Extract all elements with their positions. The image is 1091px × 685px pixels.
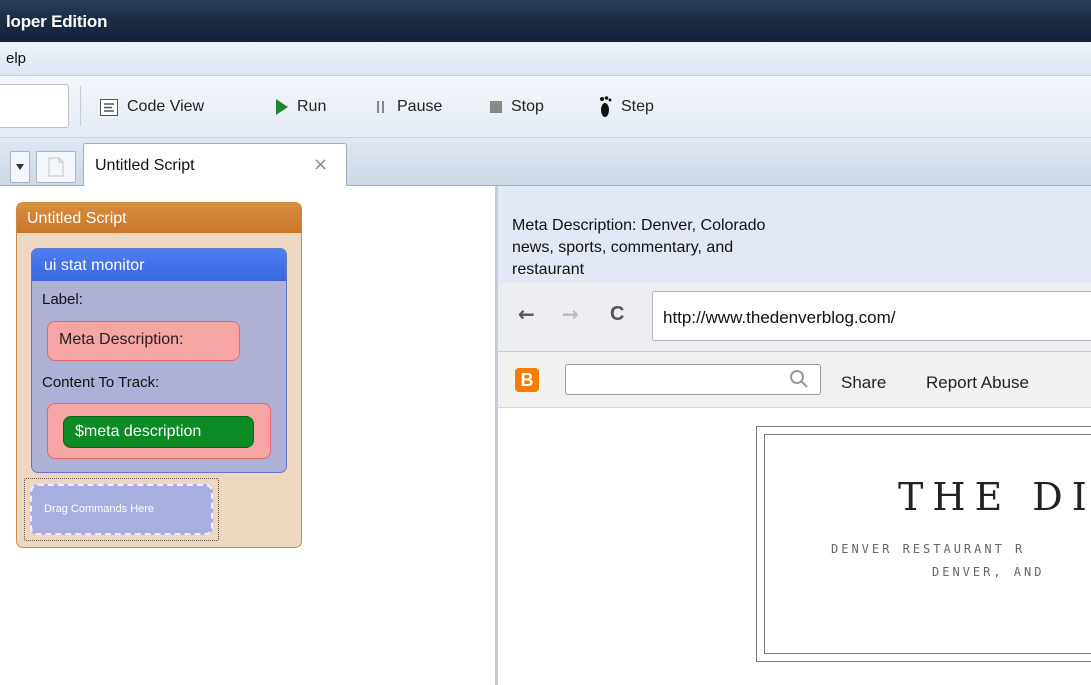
toolbar-combo-box[interactable] [0,84,69,128]
monitor-output: Meta Description: Denver, Colorado news,… [498,186,1091,283]
back-icon[interactable]: ← [518,302,535,326]
stop-button[interactable]: Stop [490,96,544,118]
script-title: Untitled Script [17,203,301,233]
share-link[interactable]: Share [841,373,886,393]
label-value: Meta Description: [59,331,184,348]
step-label: Step [621,98,654,115]
blog-search-input[interactable] [565,364,821,395]
tab-untitled-script[interactable]: Untitled Script × [83,143,347,187]
blog-title[interactable]: THE DI [898,475,1091,519]
play-icon [276,99,288,115]
search-icon[interactable] [789,369,809,389]
new-document-icon [48,157,64,177]
new-script-button[interactable] [36,151,76,183]
toolbar: Code View Run Pause Stop Step [0,76,1091,138]
blog-subtitle-line1: DENVER RESTAURANT R [831,542,1026,556]
dropzone-label: Drag Commands Here [30,484,213,535]
browser-panel: Meta Description: Denver, Colorado news,… [498,186,1091,685]
footprint-icon [600,96,612,117]
code-view-label: Code View [127,98,205,115]
drag-commands-dropzone[interactable]: Drag Commands Here [24,478,219,541]
content-input-slot[interactable]: $meta description [47,403,271,459]
menu-bar: elp [0,42,1091,76]
blog-subtitle-line2: DENVER, AND [932,565,1045,579]
menu-help[interactable]: elp [6,50,26,67]
pause-button[interactable]: Pause [376,96,442,118]
label-caption: Label: [42,291,83,308]
tab-bar: Untitled Script × [0,138,1091,187]
toolbar-separator [80,86,81,126]
blog-header-frame: THE DI DENVER RESTAURANT R DENVER, AND [756,426,1091,662]
monitor-output-text: Meta Description: Denver, Colorado news,… [512,217,766,278]
label-input-slot[interactable]: Meta Description: [47,321,240,361]
window-title: loper Edition [6,12,108,31]
chevron-down-icon [16,164,24,170]
tab-list-dropdown-button[interactable] [10,151,30,183]
command-title: ui stat monitor [32,249,286,281]
variable-pill[interactable]: $meta description [63,416,254,448]
stop-icon [490,101,502,113]
pause-icon [377,101,384,113]
code-view-icon [100,98,118,116]
address-bar-url: http://www.thedenverblog.com/ [663,308,896,327]
address-bar[interactable]: http://www.thedenverblog.com/ [652,291,1091,341]
forward-icon[interactable]: → [562,302,579,326]
pause-label: Pause [397,98,443,115]
stop-label: Stop [511,98,544,115]
report-abuse-link[interactable]: Report Abuse [926,373,1029,393]
title-bar: loper Edition [0,0,1091,42]
reload-icon[interactable]: C [610,303,624,326]
run-button[interactable]: Run [276,96,326,118]
run-label: Run [297,98,327,115]
tab-label: Untitled Script [95,157,195,174]
content-caption: Content To Track: [42,374,160,391]
step-button[interactable]: Step [598,96,654,118]
browser-toolbar: ← → C http://www.thedenverblog.com/ [498,283,1091,352]
blogger-logo-icon[interactable]: B [515,368,539,392]
blogger-navbar: B Share Report Abuse [498,352,1091,408]
ui-stat-monitor-command[interactable]: ui stat monitor Label: Meta Description:… [31,248,287,473]
code-view-button[interactable]: Code View [100,96,204,118]
close-icon[interactable]: × [313,154,328,175]
